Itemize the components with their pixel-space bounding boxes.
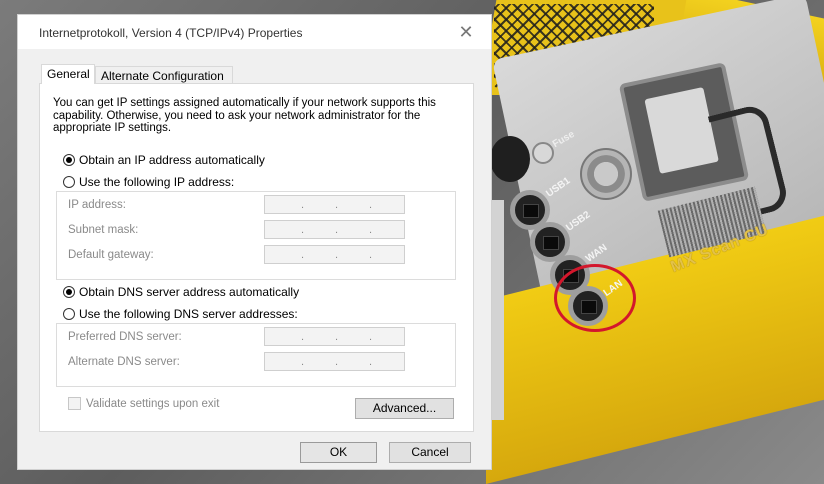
advanced-button[interactable]: Advanced... [355, 398, 454, 419]
obtain-dns-auto-option[interactable]: Obtain DNS server address automatically [63, 285, 299, 299]
use-following-dns-label: Use the following DNS server addresses: [79, 307, 298, 321]
use-following-ip-label: Use the following IP address: [79, 175, 235, 189]
preferred-dns-field[interactable]: ... [264, 327, 405, 346]
validate-label: Validate settings upon exit [86, 397, 220, 410]
alternate-dns-field[interactable]: ... [264, 352, 405, 371]
subnet-mask-field[interactable]: ... [264, 220, 405, 239]
title-bar[interactable]: Internetprotokoll, Version 4 (TCP/IPv4) … [18, 15, 491, 49]
validate-settings-option[interactable]: Validate settings upon exit [68, 397, 219, 410]
use-following-ip-option[interactable]: Use the following IP address: [63, 175, 238, 189]
alternate-dns-label: Alternate DNS server: [68, 356, 180, 368]
ok-button[interactable]: OK [300, 442, 377, 463]
default-gateway-label: Default gateway: [68, 249, 154, 261]
radio-unselected-icon[interactable] [63, 308, 75, 320]
lan-highlight-circle [554, 264, 636, 332]
validate-checkbox[interactable] [68, 397, 81, 410]
ip-address-field[interactable]: ... [264, 195, 405, 214]
obtain-dns-auto-label: Obtain DNS server address automatically [79, 285, 300, 299]
obtain-ip-auto-label: Obtain an IP address automatically [79, 153, 265, 167]
tcpip-properties-dialog: Internetprotokoll, Version 4 (TCP/IPv4) … [17, 14, 492, 470]
preferred-dns-label: Preferred DNS server: [68, 331, 182, 343]
dialog-title: Internetprotokoll, Version 4 (TCP/IPv4) … [39, 26, 303, 40]
tab-general[interactable]: General [41, 64, 95, 84]
round-connector [580, 148, 632, 200]
default-gateway-field[interactable]: ... [264, 245, 405, 264]
intro-text: You can get IP settings assigned automat… [53, 97, 436, 134]
cancel-button[interactable]: Cancel [389, 442, 471, 463]
subnet-mask-label: Subnet mask: [68, 224, 139, 236]
use-following-dns-option[interactable]: Use the following DNS server addresses: [63, 307, 301, 321]
obtain-ip-auto-option[interactable]: Obtain an IP address automatically [63, 153, 265, 167]
black-knob [490, 136, 530, 182]
radio-unselected-icon[interactable] [63, 176, 75, 188]
radio-selected-icon[interactable] [63, 154, 75, 166]
fuse-button [532, 142, 554, 164]
radio-selected-icon[interactable] [63, 286, 75, 298]
close-icon[interactable]: ✕ [455, 21, 477, 43]
ip-address-label: IP address: [68, 199, 126, 211]
